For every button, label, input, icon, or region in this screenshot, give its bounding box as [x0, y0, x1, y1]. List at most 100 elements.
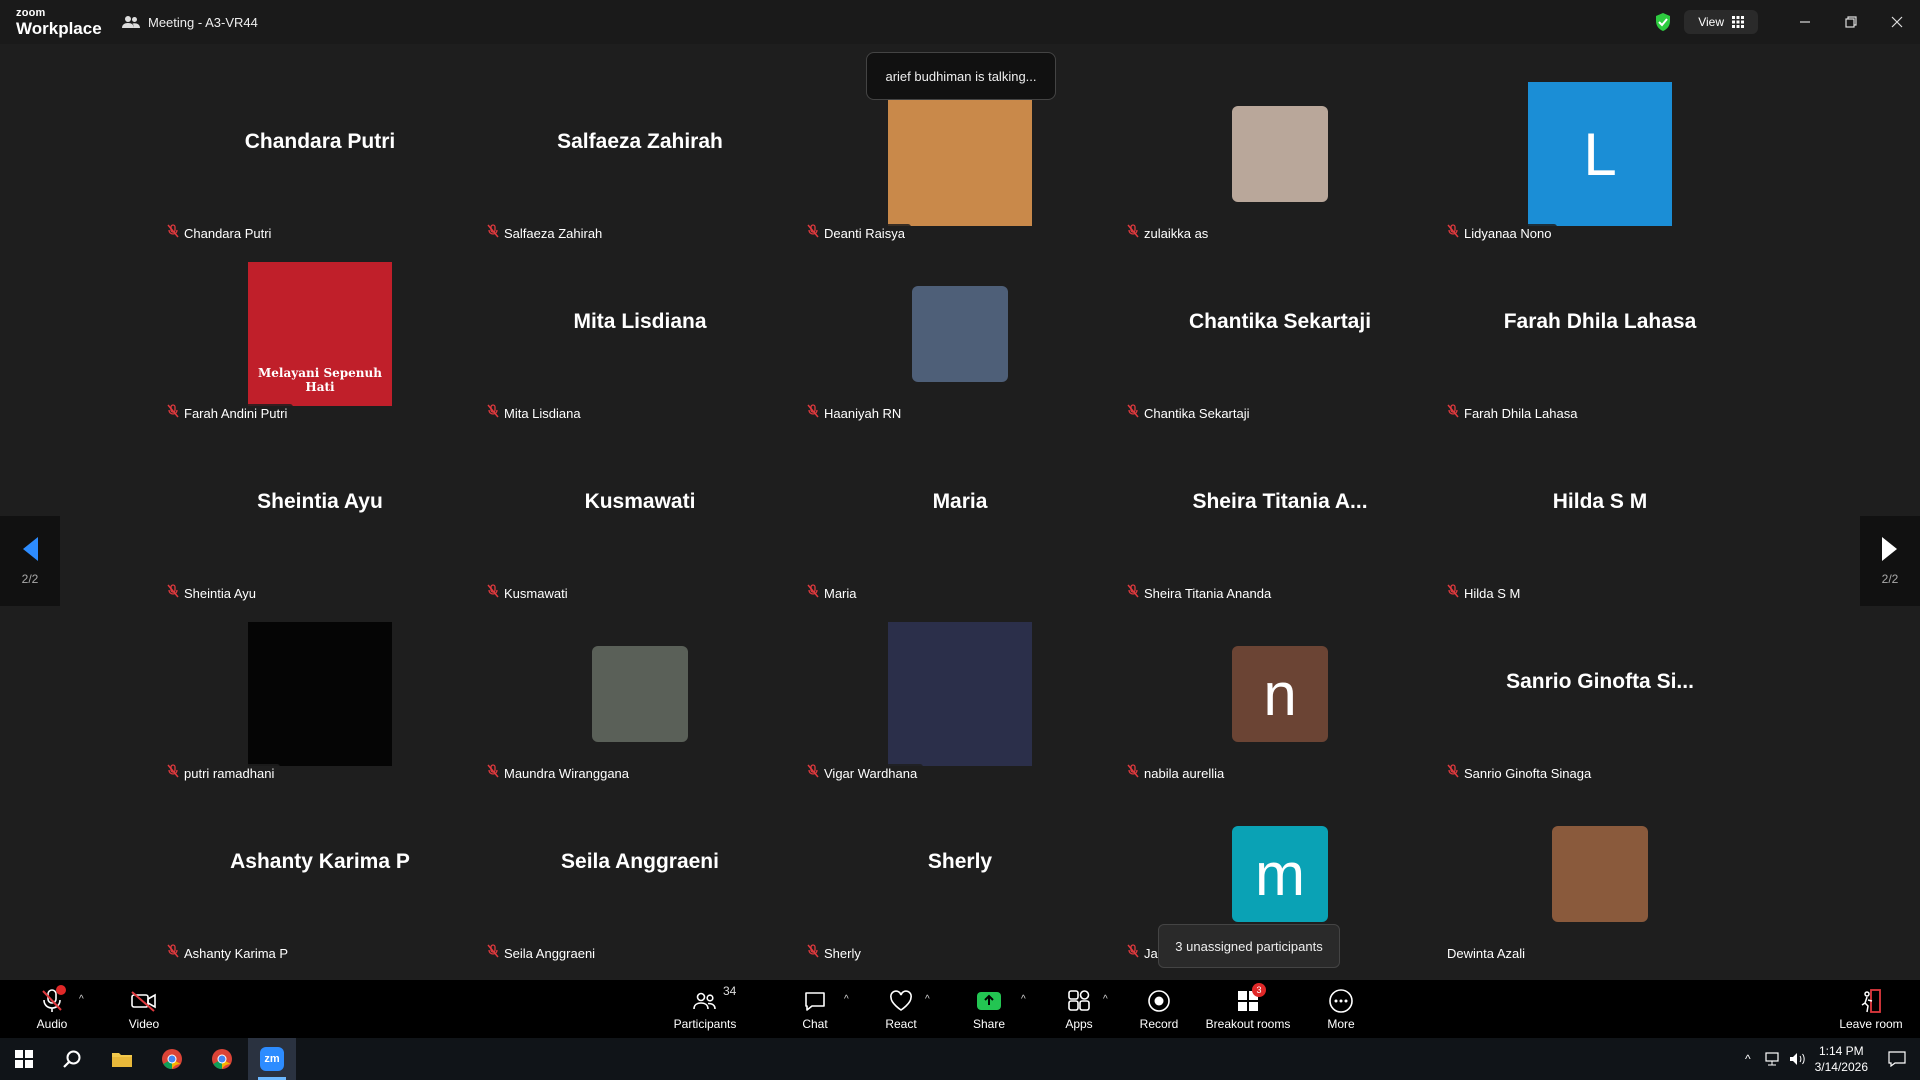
participant-tile[interactable]: Sherly Sherly	[800, 784, 1120, 964]
participant-tile[interactable]: n nabila aurellia	[1120, 604, 1440, 784]
chat-label: Chat	[802, 1017, 828, 1031]
start-button[interactable]	[0, 1038, 48, 1080]
avatar-letter: n	[1263, 660, 1297, 728]
breakout-badge: 3	[1252, 983, 1266, 997]
participant-tile[interactable]: Dewinta Azali	[1440, 784, 1760, 964]
chat-button[interactable]: Chat	[798, 980, 832, 1038]
muted-mic-icon	[1447, 224, 1459, 244]
breakout-rooms-label: Breakout rooms	[1205, 1017, 1291, 1031]
participant-tile[interactable]: Chandara Putri Chandara Putri	[160, 64, 480, 244]
record-button[interactable]: Record	[1138, 980, 1180, 1038]
leave-room-button[interactable]: Leave room	[1836, 980, 1906, 1038]
participants-label: Participants	[673, 1017, 737, 1031]
chat-icon	[805, 992, 825, 1011]
close-button[interactable]	[1874, 0, 1920, 44]
participant-tile[interactable]: Vigar Wardhana	[800, 604, 1120, 784]
view-button[interactable]: View	[1684, 10, 1758, 34]
avatar-letter: m	[1255, 840, 1305, 908]
participant-avatar: m	[1232, 826, 1328, 922]
notifications-icon[interactable]	[1888, 1051, 1906, 1067]
muted-mic-icon	[487, 584, 499, 604]
system-clock[interactable]: 1:14 PM 3/14/2026	[1815, 1043, 1868, 1075]
react-button[interactable]: React	[883, 980, 919, 1038]
chrome-profile-button[interactable]	[198, 1038, 246, 1080]
participant-tile[interactable]: Mita Lisdiana Mita Lisdiana	[480, 244, 800, 424]
participant-name: Sheintia Ayu	[184, 586, 257, 601]
participant-name-tag: Maundra Wiranggana	[483, 764, 636, 784]
participant-tile[interactable]: Hilda S M Hilda S M	[1440, 424, 1760, 604]
muted-mic-icon	[167, 224, 179, 244]
network-icon[interactable]	[1763, 1052, 1781, 1066]
participant-tile[interactable]: Haaniyah RN	[800, 244, 1120, 424]
muted-mic-icon	[167, 404, 179, 424]
participant-tile[interactable]: Melayani Sepenuh Hati Farah Andini Putri	[160, 244, 480, 424]
participant-tile[interactable]: Salfaeza Zahirah Salfaeza Zahirah	[480, 64, 800, 244]
participant-photo	[888, 82, 1032, 226]
more-button[interactable]: More	[1324, 980, 1358, 1038]
zoom-taskbar-button[interactable]: zm	[248, 1038, 296, 1080]
participant-name-tag: Seila Anggraeni	[483, 944, 602, 964]
participant-tile[interactable]: Sheintia Ayu Sheintia Ayu	[160, 424, 480, 604]
file-explorer-button[interactable]	[98, 1038, 146, 1080]
shield-icon[interactable]	[1654, 12, 1672, 32]
muted-mic-icon	[487, 764, 499, 784]
participant-tile[interactable]: Maundra Wiranggana	[480, 604, 800, 784]
participant-name: Farah Dhila Lahasa	[1464, 406, 1578, 421]
participant-name: Salfaeza Zahirah	[504, 226, 603, 241]
chrome-icon	[212, 1049, 232, 1070]
volume-icon[interactable]	[1789, 1052, 1807, 1066]
participant-name: Lidyanaa Nono	[1464, 226, 1552, 241]
participant-tile[interactable]: Sheira Titania A... Sheira Titania Ananda	[1120, 424, 1440, 604]
participant-tile[interactable]: Chantika Sekartaji Chantika Sekartaji	[1120, 244, 1440, 424]
video-button[interactable]: Video	[122, 980, 166, 1038]
apps-button[interactable]: Apps	[1062, 980, 1096, 1038]
share-button[interactable]: Share	[970, 980, 1008, 1038]
heart-icon	[890, 990, 912, 1011]
participant-name-tag: Deanti Raisya	[803, 224, 911, 244]
participant-tile[interactable]: putri ramadhani	[160, 604, 480, 784]
participant-tile[interactable]: zulaikka as	[1120, 64, 1440, 244]
muted-mic-icon	[1447, 584, 1459, 604]
participants-button[interactable]: 34 Participants	[672, 980, 738, 1038]
react-options-caret[interactable]: ^	[925, 994, 930, 1005]
participant-name: nabila aurellia	[1144, 766, 1225, 781]
close-icon	[1891, 16, 1903, 28]
breakout-rooms-button[interactable]: 3 Breakout rooms	[1204, 980, 1292, 1038]
participant-tile[interactable]: L Lidyanaa Nono	[1440, 64, 1760, 244]
muted-mic-icon	[487, 224, 499, 244]
show-hidden-icons-icon[interactable]: ^	[1745, 1052, 1751, 1066]
restore-button[interactable]	[1828, 0, 1874, 44]
minimize-button[interactable]	[1782, 0, 1828, 44]
apps-options-caret[interactable]: ^	[1103, 994, 1108, 1005]
participant-tile[interactable]: Maria Maria	[800, 424, 1120, 604]
participant-photo: Melayani Sepenuh Hati	[248, 262, 392, 406]
participant-tile[interactable]: Kusmawati Kusmawati	[480, 424, 800, 604]
participant-display-name: Maria	[932, 490, 988, 513]
participant-name: Maundra Wiranggana	[504, 766, 630, 781]
next-page-button[interactable]: 2/2	[1860, 516, 1920, 606]
chat-options-caret[interactable]: ^	[844, 994, 849, 1005]
minimize-icon	[1800, 21, 1810, 23]
participant-name: Deanti Raisya	[824, 226, 905, 241]
share-options-caret[interactable]: ^	[1021, 994, 1026, 1005]
participant-name-tag: Sanrio Ginofta Sinaga	[1443, 764, 1598, 784]
participant-name-tag: Sheira Titania Ananda	[1123, 584, 1278, 604]
more-icon	[1329, 989, 1353, 1013]
participant-name-tag: nabila aurellia	[1123, 764, 1231, 784]
people-icon	[122, 16, 140, 28]
clock-time: 1:14 PM	[1818, 1044, 1864, 1058]
participant-tile[interactable]: Farah Dhila Lahasa Farah Dhila Lahasa	[1440, 244, 1760, 424]
breakout-tooltip: 3 unassigned participants	[1158, 924, 1340, 968]
chrome-icon	[162, 1049, 182, 1070]
participant-photo	[1552, 826, 1648, 922]
participant-tile[interactable]: Seila Anggraeni Seila Anggraeni	[480, 784, 800, 964]
chrome-button[interactable]	[148, 1038, 196, 1080]
participant-name: Hilda S M	[1464, 586, 1521, 601]
audio-button[interactable]: Audio	[30, 980, 74, 1038]
participant-tile[interactable]: Sanrio Ginofta Si... Sanrio Ginofta Sinag…	[1440, 604, 1760, 784]
previous-page-button[interactable]: 2/2	[0, 516, 60, 606]
participant-tile[interactable]: Ashanty Karima P Ashanty Karima P	[160, 784, 480, 964]
audio-options-caret[interactable]: ^	[79, 994, 84, 1005]
participant-avatar: L	[1528, 82, 1672, 226]
search-button[interactable]	[48, 1038, 96, 1080]
